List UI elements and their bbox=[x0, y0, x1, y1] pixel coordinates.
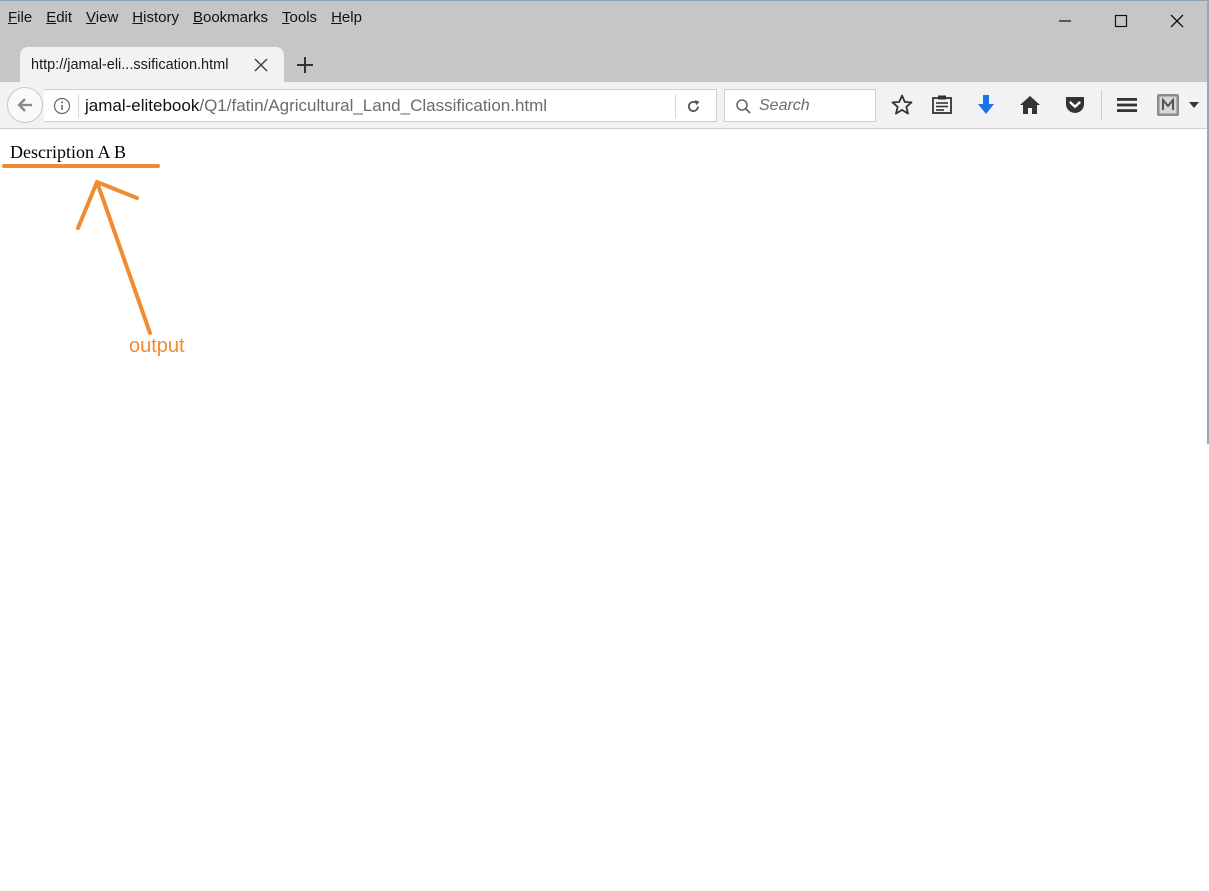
home-icon[interactable] bbox=[1018, 93, 1042, 117]
reading-list-icon[interactable] bbox=[930, 93, 954, 117]
reload-icon[interactable] bbox=[685, 98, 702, 115]
chevron-down-icon[interactable] bbox=[1189, 101, 1199, 109]
pocket-icon[interactable] bbox=[1063, 93, 1087, 117]
bookmark-star-icon[interactable] bbox=[890, 93, 914, 117]
maximize-button[interactable] bbox=[1093, 1, 1149, 41]
reload-divider bbox=[675, 94, 676, 118]
annotation-arrow bbox=[2, 164, 160, 335]
minimize-button[interactable] bbox=[1037, 1, 1093, 41]
menu-icon[interactable] bbox=[1115, 93, 1139, 117]
annotation-label: output bbox=[129, 335, 185, 357]
toolbar-divider bbox=[1101, 90, 1102, 120]
close-window-button[interactable] bbox=[1149, 1, 1205, 41]
search-placeholder: Search bbox=[759, 97, 810, 114]
annotation-arrow-head bbox=[76, 180, 139, 230]
download-icon[interactable] bbox=[974, 93, 998, 117]
menu-help[interactable]: Help bbox=[331, 9, 362, 26]
annotation-arrow-shaft bbox=[95, 180, 152, 335]
search-icon bbox=[736, 99, 751, 114]
minimize-icon bbox=[1059, 20, 1071, 22]
maximize-icon bbox=[1114, 14, 1128, 28]
extension-icon[interactable] bbox=[1156, 93, 1180, 117]
close-icon bbox=[1170, 14, 1184, 28]
search-bar[interactable]: Search bbox=[724, 89, 876, 122]
